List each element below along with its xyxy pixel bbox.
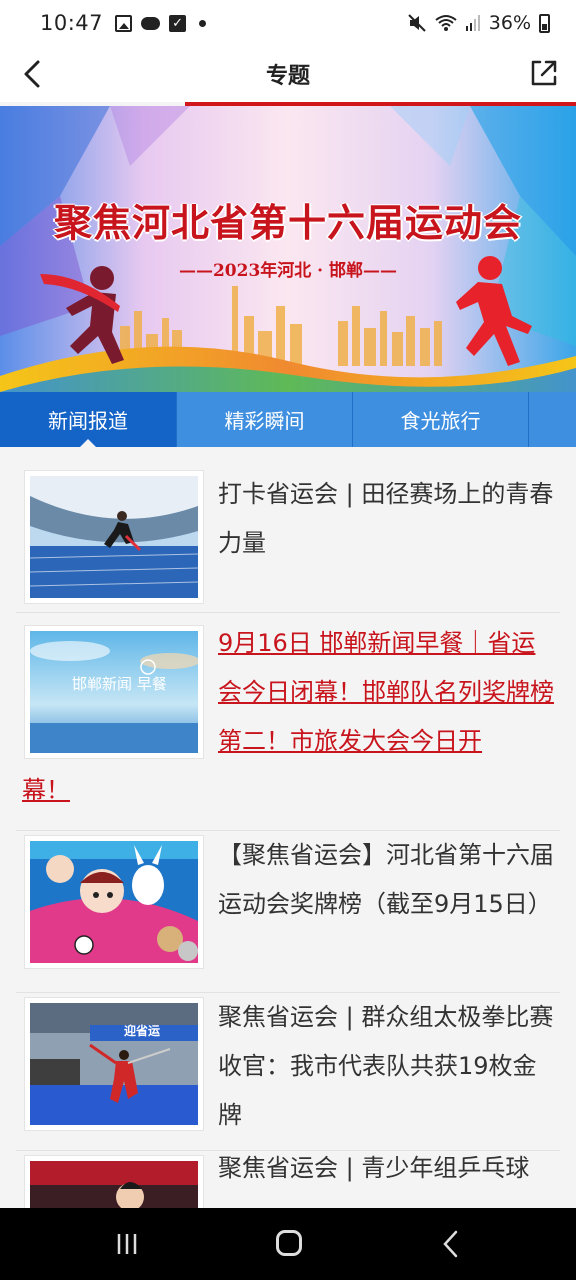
system-icons: 36% [407, 12, 550, 34]
news-list: 打卡省运会 | 田径赛场上的青春力量 邯郸新闻 早餐 9月16日 邯郸新闻早餐｜… [0, 447, 576, 1208]
app-screen: 10:47 ✓ 36% 专题 聚焦河北省第十六届运动会 ——2023年河北 · … [0, 0, 576, 1280]
share-icon [531, 60, 557, 86]
signal-icon [465, 15, 480, 31]
status-time: 10:47 [40, 11, 104, 35]
cloud-icon [141, 16, 161, 30]
news-title[interactable]: 聚焦省运会 | 群众组太极拳比赛收官：我市代表队共获19枚金牌 [218, 993, 554, 1140]
banner-artwork [0, 106, 576, 392]
share-button[interactable] [526, 55, 562, 91]
news-thumbnail [24, 470, 204, 604]
list-item[interactable]: 打卡省运会 | 田径赛场上的青春力量 [16, 447, 560, 613]
news-title-continued[interactable]: 幕！ [22, 766, 70, 815]
stadium-photo [30, 476, 198, 598]
battery-icon [539, 13, 550, 33]
dot-icon [199, 19, 207, 27]
recent-apps-icon [117, 1234, 137, 1254]
list-item[interactable]: 邯郸新闻 早餐 9月16日 邯郸新闻早餐｜省运会今日闭幕！邯郸队名列奖牌榜第二！… [16, 613, 560, 831]
status-bar: 10:47 ✓ 36% [0, 0, 576, 46]
banner-title: 聚焦河北省第十六届运动会 [53, 200, 522, 245]
medal-table-image [30, 841, 198, 963]
back-arrow-icon [443, 1230, 458, 1258]
active-tab-indicator [80, 439, 96, 447]
table-tennis-photo [30, 1161, 198, 1208]
check-icon: ✓ [169, 14, 187, 32]
tab-highlights-label: 精彩瞬间 [224, 409, 305, 433]
tab-news[interactable]: 新闻报道 [0, 392, 176, 447]
news-thumbnail [24, 835, 204, 969]
topic-banner: 聚焦河北省第十六届运动会 ——2023年河北 · 邯郸—— [0, 106, 576, 392]
battery-level: 36% [488, 12, 531, 34]
news-thumbnail [24, 1155, 204, 1208]
news-title[interactable]: 聚焦省运会 | 青少年组乒乓球 [218, 1144, 554, 1193]
system-back-button[interactable] [440, 1230, 462, 1258]
news-title[interactable]: 【聚焦省运会】河北省第十六届运动会奖牌榜（截至9月15日） [218, 831, 554, 929]
top-nav: 专题 [0, 46, 576, 102]
recent-apps-button[interactable] [116, 1233, 138, 1255]
tab-more[interactable] [528, 392, 576, 447]
news-thumbnail [24, 997, 204, 1131]
thumb-caption: 邯郸新闻 早餐 [72, 675, 167, 693]
banner-subtitle: ——2023年河北 · 邯郸—— [178, 261, 398, 281]
tab-bar: 新闻报道 精彩瞬间 食光旅行 [0, 392, 576, 447]
wifi-icon [435, 15, 457, 31]
news-title[interactable]: 9月16日 邯郸新闻早餐｜省运会今日闭幕！邯郸队名列奖牌榜第二！市旅发大会今日开 [218, 619, 554, 766]
tab-food-travel-label: 食光旅行 [400, 409, 481, 433]
tab-news-label: 新闻报道 [48, 409, 128, 433]
tab-food-travel[interactable]: 食光旅行 [352, 392, 528, 447]
home-button[interactable] [276, 1230, 302, 1256]
mute-icon [408, 14, 426, 32]
list-item[interactable]: 聚焦省运会 | 青少年组乒乓球 [16, 1151, 560, 1208]
list-item[interactable]: 【聚焦省运会】河北省第十六届运动会奖牌榜（截至9月15日） [16, 831, 560, 993]
list-item[interactable]: 迎省运 聚焦省运会 | 群众组太极拳比赛收官：我市代表队共获19枚金牌 [16, 993, 560, 1151]
notification-icons: ✓ [115, 14, 207, 32]
gallery-icon [115, 14, 133, 32]
page-title: 专题 [265, 64, 310, 89]
system-nav-bar [0, 1208, 576, 1280]
thumb-caption: 迎省运 [124, 1024, 161, 1038]
news-title[interactable]: 打卡省运会 | 田径赛场上的青春力量 [218, 470, 554, 568]
tab-highlights[interactable]: 精彩瞬间 [176, 392, 352, 447]
